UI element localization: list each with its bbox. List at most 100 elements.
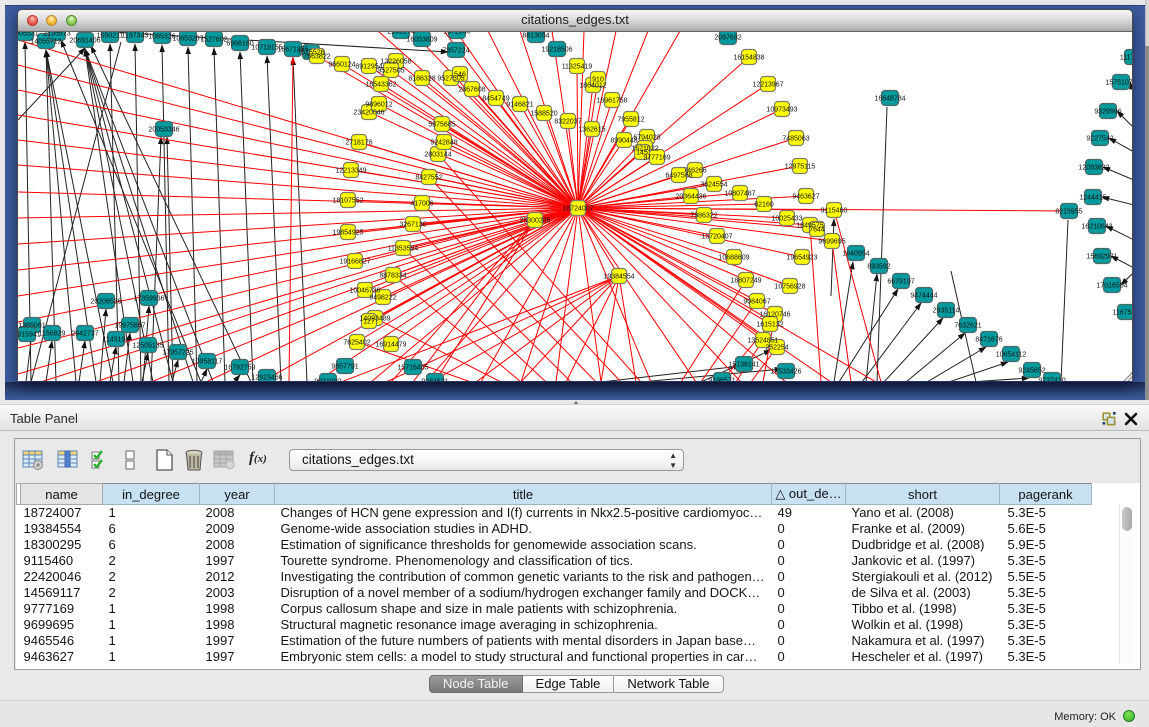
svg-text:252254: 252254 [765, 345, 788, 352]
svg-text:17957225: 17957225 [162, 350, 193, 357]
svg-text:10973493: 10973493 [766, 107, 797, 114]
svg-text:2195573: 2195573 [43, 32, 70, 38]
svg-text:17533426: 17533426 [770, 369, 801, 376]
svg-text:1244415: 1244415 [1079, 195, 1106, 202]
svg-text:9896012: 9896012 [365, 102, 392, 109]
svg-text:9527505: 9527505 [377, 68, 404, 75]
svg-text:13226058: 13226058 [380, 59, 411, 66]
svg-text:1864012: 1864012 [579, 83, 606, 90]
svg-text:19975867: 19975867 [114, 323, 145, 330]
svg-text:910: 910 [592, 77, 604, 84]
svg-text:19218506: 19218506 [541, 47, 572, 54]
svg-text:6679197: 6679197 [887, 279, 914, 286]
svg-text:7357224: 7357224 [442, 48, 469, 55]
svg-text:15692971: 15692971 [1086, 254, 1117, 261]
svg-text:9699695: 9699695 [818, 239, 845, 246]
svg-text:5875685: 5875685 [428, 122, 455, 129]
svg-text:12505135: 12505135 [132, 343, 163, 350]
svg-text:19654923: 19654923 [786, 255, 817, 262]
svg-text:9777169: 9777169 [643, 155, 670, 162]
svg-text:7632621: 7632621 [954, 323, 981, 330]
svg-text:62160: 62160 [754, 202, 774, 209]
svg-text:10653267: 10653267 [172, 36, 203, 43]
svg-text:8186328: 8186328 [408, 76, 435, 83]
svg-text:9115460: 9115460 [821, 208, 848, 215]
svg-text:10958117: 10958117 [192, 359, 223, 366]
svg-text:18807249: 18807249 [730, 278, 761, 285]
svg-text:9242848: 9242848 [430, 140, 457, 147]
svg-text:1588520: 1588520 [530, 111, 557, 118]
svg-text:17359936: 17359936 [133, 296, 164, 303]
svg-text:8878334: 8878334 [379, 273, 406, 280]
svg-text:7986322: 7986322 [690, 213, 717, 220]
svg-text:9474444: 9474444 [910, 293, 937, 300]
svg-text:7625402: 7625402 [343, 340, 370, 347]
svg-text:7485063: 7485063 [782, 136, 809, 143]
svg-text:2867608: 2867608 [458, 87, 485, 94]
svg-text:11353594: 11353594 [388, 246, 419, 253]
svg-text:16120746: 16120746 [759, 312, 790, 319]
svg-text:18107552: 18107552 [332, 198, 363, 205]
svg-text:2803144: 2803144 [424, 152, 451, 159]
svg-text:9284521: 9284521 [421, 379, 448, 382]
svg-text:417006: 417006 [410, 201, 433, 208]
svg-text:14055712: 14055712 [30, 39, 61, 46]
svg-text:19854925: 19854925 [332, 230, 363, 237]
svg-text:16648784: 16648784 [874, 96, 905, 103]
svg-text:23420046: 23420046 [353, 110, 384, 117]
svg-text:15716485: 15716485 [397, 365, 428, 372]
svg-text:8322037: 8322037 [554, 119, 581, 126]
svg-text:10756928: 10756928 [774, 284, 805, 291]
svg-text:16914479: 16914479 [375, 342, 406, 349]
svg-text:3267130: 3267130 [399, 222, 426, 229]
svg-text:1156829: 1156829 [39, 331, 66, 338]
svg-text:6794028: 6794028 [633, 135, 660, 142]
svg-text:16782759: 16782759 [224, 365, 255, 372]
svg-text:9031992: 9031992 [314, 379, 341, 382]
svg-text:12213349: 12213349 [335, 168, 366, 175]
svg-text:3624554: 3624554 [700, 182, 727, 189]
svg-text:10688609: 10688609 [718, 255, 749, 262]
svg-text:10654112: 10654112 [996, 352, 1027, 359]
svg-text:7955812: 7955812 [617, 117, 644, 124]
svg-text:1527602: 1527602 [200, 37, 227, 44]
svg-text:10046736: 10046736 [349, 288, 380, 295]
svg-text:546: 546 [454, 72, 466, 79]
svg-text:893592: 893592 [867, 264, 890, 271]
svg-text:3915941: 3915941 [18, 332, 41, 339]
svg-text:18724007: 18724007 [562, 206, 593, 213]
svg-text:9196571: 9196571 [708, 378, 735, 382]
svg-text:9329966: 9329966 [1094, 109, 1121, 116]
svg-text:15136141: 15136141 [728, 362, 759, 369]
svg-text:9857791: 9857791 [331, 364, 358, 371]
svg-text:12923466: 12923466 [251, 375, 282, 382]
svg-text:9245652: 9245652 [1018, 368, 1045, 375]
svg-text:2109174: 2109174 [387, 32, 414, 36]
svg-text:20364436: 20364436 [675, 194, 706, 201]
svg-text:2935114: 2935114 [933, 308, 960, 315]
svg-text:9727410: 9727410 [1038, 378, 1065, 382]
svg-text:16961758: 16961758 [596, 98, 627, 105]
svg-text:8471676: 8471676 [975, 337, 1002, 344]
svg-text:1385061: 1385061 [18, 323, 45, 330]
svg-text:8215955: 8215955 [1055, 209, 1082, 216]
svg-text:17016504: 17016504 [1096, 283, 1127, 290]
svg-text:7663822: 7663822 [303, 54, 330, 61]
svg-text:16154838: 16154838 [733, 55, 764, 62]
svg-text:10807487: 10807487 [724, 191, 755, 198]
svg-text:19166827: 19166827 [339, 259, 370, 266]
svg-text:1145194: 1145194 [103, 337, 130, 344]
svg-text:13524851: 13524851 [747, 338, 778, 345]
svg-text:11325419: 11325419 [562, 64, 593, 71]
svg-text:12975115: 12975115 [785, 164, 816, 171]
svg-text:16543362: 16543362 [365, 82, 396, 89]
svg-text:16053809: 16053809 [406, 37, 437, 44]
svg-text:7644: 7644 [809, 227, 825, 234]
svg-text:1362615: 1362615 [578, 127, 605, 134]
svg-text:9660124: 9660124 [328, 62, 355, 69]
svg-text:1640954: 1640954 [842, 251, 869, 258]
svg-text:15720407: 15720407 [701, 234, 732, 241]
svg-text:25300285: 25300285 [519, 218, 550, 225]
svg-text:20206536: 20206536 [90, 299, 121, 306]
svg-text:9227542: 9227542 [1086, 136, 1113, 143]
